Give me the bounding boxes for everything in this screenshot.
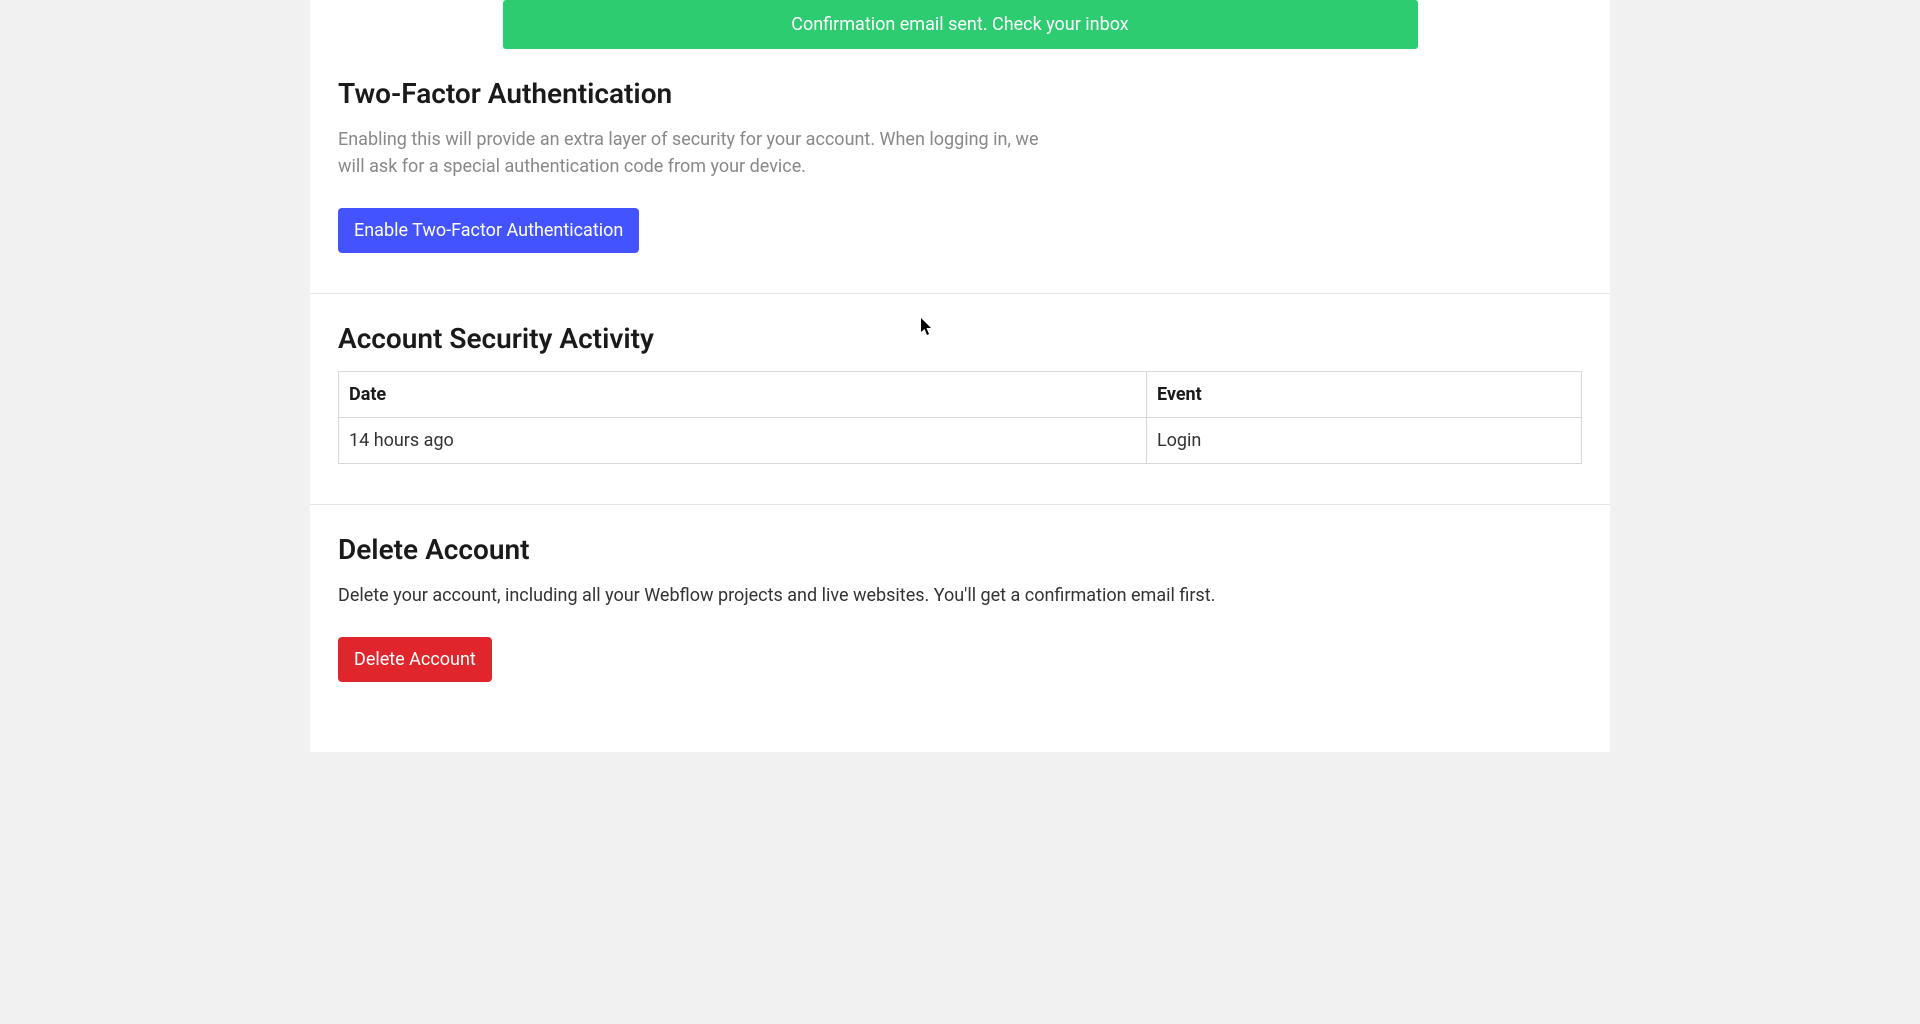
account-activity-section: Account Security Activity Date Event 14 …: [310, 294, 1610, 505]
account-activity-title: Account Security Activity: [338, 322, 1582, 355]
activity-table: Date Event 14 hours ago Login: [338, 371, 1582, 464]
delete-account-button[interactable]: Delete Account: [338, 637, 492, 682]
two-factor-description: Enabling this will provide an extra laye…: [338, 126, 1068, 180]
settings-page: Confirmation email sent. Check your inbo…: [310, 0, 1610, 752]
activity-cell-date: 14 hours ago: [339, 418, 1147, 464]
activity-header-event: Event: [1146, 372, 1581, 418]
enable-two-factor-button[interactable]: Enable Two-Factor Authentication: [338, 208, 639, 253]
delete-account-description: Delete your account, including all your …: [338, 582, 1582, 609]
activity-header-date: Date: [339, 372, 1147, 418]
confirmation-message: Confirmation email sent. Check your inbo…: [791, 14, 1128, 35]
page-bottom-gap: [0, 752, 1920, 802]
confirmation-banner: Confirmation email sent. Check your inbo…: [503, 0, 1418, 49]
two-factor-title: Two-Factor Authentication: [338, 77, 1582, 110]
delete-account-section: Delete Account Delete your account, incl…: [310, 505, 1610, 752]
activity-cell-event: Login: [1146, 418, 1581, 464]
activity-table-header-row: Date Event: [339, 372, 1582, 418]
two-factor-section: Two-Factor Authentication Enabling this …: [310, 49, 1610, 294]
activity-table-row: 14 hours ago Login: [339, 418, 1582, 464]
notification-area: Confirmation email sent. Check your inbo…: [310, 0, 1610, 49]
delete-account-title: Delete Account: [338, 533, 1582, 566]
